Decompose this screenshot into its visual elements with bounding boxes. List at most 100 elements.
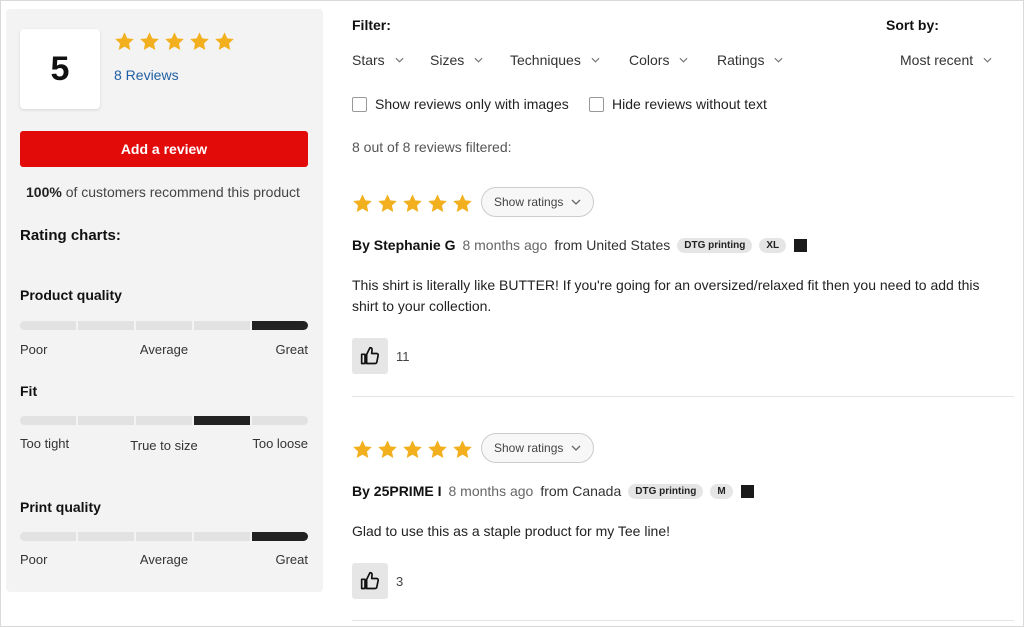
filter-techniques-dropdown[interactable]: Techniques <box>510 52 600 68</box>
star-icon <box>453 440 472 458</box>
rating-bar <box>20 321 308 330</box>
thumbs-up-icon <box>360 571 380 590</box>
star-icon <box>115 32 134 50</box>
review-author: By Stephanie G <box>352 237 456 253</box>
chevron-down-icon <box>395 57 404 63</box>
chart-label: Fit <box>20 383 38 399</box>
filter-ratings-dropdown[interactable]: Ratings <box>717 52 783 68</box>
chevron-down-icon <box>774 57 783 63</box>
star-icon <box>428 194 447 212</box>
rating-bar-segment <box>252 532 308 541</box>
checkbox-label: Hide reviews without text <box>612 96 767 112</box>
rating-bar-segment <box>78 321 134 330</box>
rating-bar-segment <box>20 532 76 541</box>
review-text: This shirt is literally like BUTTER! If … <box>352 277 980 314</box>
filter-sizes-dropdown[interactable]: Sizes <box>430 52 483 68</box>
rating-bar <box>20 532 308 541</box>
scale-low-label: Poor <box>20 342 48 357</box>
star-icon <box>378 194 397 212</box>
show-ratings-button[interactable]: Show ratings <box>481 187 595 217</box>
star-icon <box>453 194 472 212</box>
filter-colors-dropdown[interactable]: Colors <box>629 52 688 68</box>
show-ratings-button[interactable]: Show ratings <box>481 433 595 463</box>
review-star-rating <box>352 439 473 460</box>
rating-bar-segment <box>20 321 76 330</box>
review-divider <box>352 396 1014 397</box>
hide-no-text-checkbox[interactable]: Hide reviews without text <box>589 96 767 112</box>
star-icon <box>215 32 234 50</box>
scale-high-label: Great <box>275 552 308 567</box>
technique-badge: DTG printing <box>628 483 704 499</box>
sort-dropdown[interactable]: Most recent <box>900 52 992 68</box>
star-icon <box>165 32 184 50</box>
technique-badge: DTG printing <box>677 237 753 253</box>
reviews-count-link[interactable]: 8 Reviews <box>114 67 179 83</box>
sort-value: Most recent <box>900 52 974 68</box>
chevron-down-icon <box>571 199 581 205</box>
average-score: 5 <box>20 29 100 109</box>
scale-high-label: Great <box>275 342 308 357</box>
review-text: Glad to use this as a staple product for… <box>352 523 671 539</box>
chart-product-quality: Product quality Poor Average Great <box>20 287 308 357</box>
sort-title: Sort by: <box>886 17 939 33</box>
thumbs-up-icon <box>360 346 380 365</box>
size-badge: M <box>710 483 733 499</box>
dropdown-label: Stars <box>352 52 385 68</box>
checkbox-box[interactable] <box>352 96 367 112</box>
size-badge: XL <box>759 237 787 253</box>
scale-low-label: Poor <box>20 552 48 567</box>
scale-mid-label: Average <box>139 552 189 567</box>
helpful-count: 11 <box>396 349 410 364</box>
scale-low-label: Too tight <box>20 436 70 451</box>
star-icon <box>353 194 372 212</box>
star-icon <box>140 32 159 50</box>
filter-stars-dropdown[interactable]: Stars <box>352 52 404 68</box>
summary-star-rating <box>114 31 235 52</box>
scale-mid-label: Average <box>139 342 189 357</box>
color-swatch <box>794 238 808 252</box>
review-location: from Canada <box>540 483 622 499</box>
star-icon <box>378 440 397 458</box>
helpful-button[interactable] <box>352 338 388 374</box>
rating-charts-title: Rating charts: <box>20 227 121 244</box>
review-date: 8 months ago <box>448 483 534 499</box>
images-only-checkbox[interactable]: Show reviews only with images <box>352 96 569 112</box>
rating-bar-segment <box>136 416 192 425</box>
star-icon <box>403 194 422 212</box>
star-icon <box>353 440 372 458</box>
rating-bar-segment <box>20 416 76 425</box>
dropdown-label: Colors <box>629 52 670 68</box>
color-swatch <box>740 484 754 498</box>
chevron-down-icon <box>474 57 483 63</box>
scale-high-label: Too loose <box>252 436 308 451</box>
chevron-down-icon <box>679 57 688 63</box>
chart-print-quality: Print quality Poor Average Great <box>20 499 308 567</box>
rating-bar-segment <box>194 321 250 330</box>
chevron-down-icon <box>591 57 600 63</box>
review-byline: By 25PRIME I 8 months ago from Canada DT… <box>352 483 754 499</box>
dropdown-label: Sizes <box>430 52 465 68</box>
show-ratings-label: Show ratings <box>494 195 564 209</box>
show-ratings-label: Show ratings <box>494 441 564 455</box>
rating-bar <box>20 416 308 425</box>
star-icon <box>428 440 447 458</box>
chart-fit: Fit Too tight True to size Too loose <box>20 383 308 453</box>
checkbox-box[interactable] <box>589 96 604 112</box>
chevron-down-icon <box>571 445 581 451</box>
filtered-count-text: 8 out of 8 reviews filtered: <box>352 139 512 155</box>
recommend-percent: 100% <box>26 184 62 200</box>
recommend-text: 100% of customers recommend this product <box>26 184 300 200</box>
dropdown-label: Techniques <box>510 52 581 68</box>
chart-label: Product quality <box>20 287 122 303</box>
scale-mid-label: True to size <box>130 438 198 453</box>
rating-bar-segment <box>78 532 134 541</box>
filter-title: Filter: <box>352 17 391 33</box>
add-review-button[interactable]: Add a review <box>20 131 308 167</box>
helpful-button[interactable] <box>352 563 388 599</box>
star-icon <box>190 32 209 50</box>
rating-bar-segment <box>194 416 250 425</box>
review-star-rating <box>352 193 473 214</box>
rating-bar-segment <box>136 532 192 541</box>
dropdown-label: Ratings <box>717 52 765 68</box>
checkbox-label: Show reviews only with images <box>375 96 569 112</box>
